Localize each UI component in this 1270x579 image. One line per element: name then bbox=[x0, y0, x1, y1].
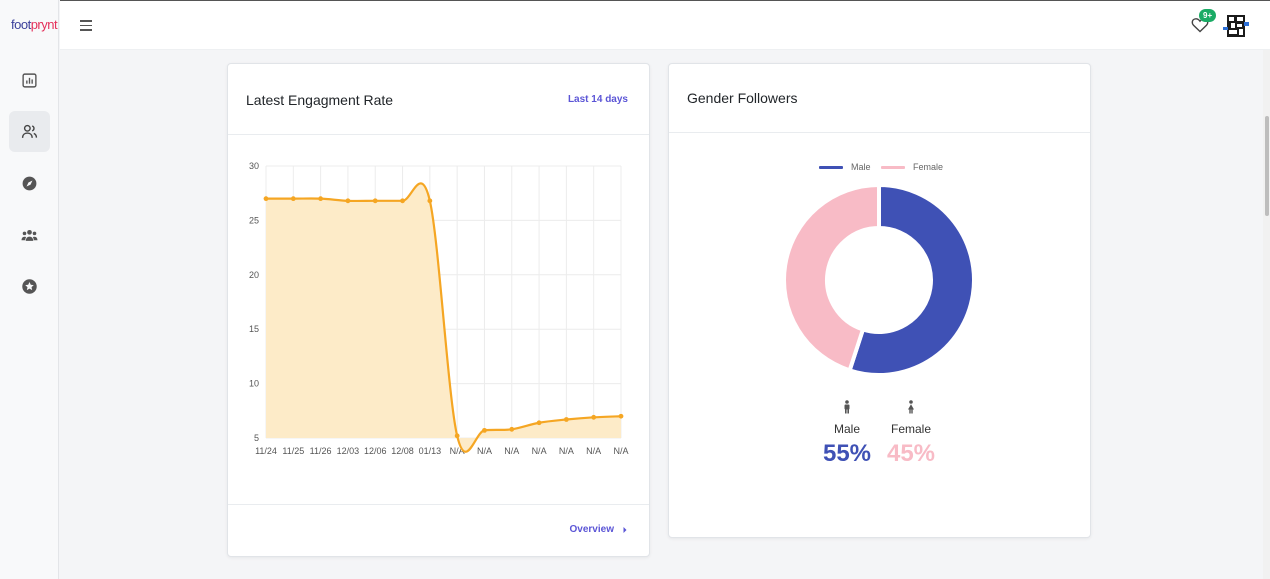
date-range-link[interactable]: Last 14 days bbox=[568, 94, 628, 105]
x-tick-label: 12/08 bbox=[391, 446, 414, 456]
female-percentage: 45% bbox=[886, 440, 936, 467]
chart-data-point bbox=[563, 417, 569, 422]
y-tick-label: 25 bbox=[249, 215, 259, 225]
avatar[interactable] bbox=[1223, 14, 1249, 38]
users-icon bbox=[21, 124, 38, 138]
x-tick-label: 12/03 bbox=[337, 446, 360, 456]
compass-icon bbox=[22, 176, 37, 191]
x-tick-label: N/A bbox=[613, 446, 628, 456]
gender-donut-chart bbox=[782, 182, 976, 377]
card-header-divider bbox=[669, 132, 1090, 133]
scrollbar-thumb[interactable] bbox=[1265, 116, 1269, 216]
bar-chart-icon bbox=[22, 73, 37, 88]
card-footer-divider bbox=[228, 504, 649, 505]
chart-data-point bbox=[591, 414, 597, 420]
y-tick-label: 5 bbox=[254, 433, 259, 443]
y-tick-label: 20 bbox=[249, 270, 259, 280]
top-bar: 9+ bbox=[60, 0, 1270, 50]
y-tick-label: 15 bbox=[249, 324, 259, 334]
legend-label-male: Male bbox=[851, 162, 871, 172]
sidebar-item-explore[interactable] bbox=[9, 163, 50, 204]
legend-label-female: Female bbox=[913, 162, 944, 172]
chevron-right-icon bbox=[623, 526, 627, 533]
chart-data-point bbox=[290, 196, 296, 202]
card-header-divider bbox=[228, 134, 649, 135]
sidebar-item-favorites[interactable] bbox=[9, 266, 50, 307]
male-label: Male bbox=[833, 422, 860, 436]
y-tick-label: 10 bbox=[249, 379, 259, 389]
sidebar-item-audience[interactable] bbox=[9, 111, 50, 152]
gender-card-title: Gender Followers bbox=[687, 90, 798, 106]
chart-data-point bbox=[318, 196, 324, 202]
chart-data-point bbox=[345, 198, 351, 204]
x-tick-label: 12/06 bbox=[364, 446, 387, 456]
chart-data-point bbox=[400, 198, 405, 204]
app-logo[interactable]: footprynt bbox=[11, 17, 58, 32]
x-tick-label: 11/26 bbox=[310, 446, 332, 456]
chart-data-point bbox=[263, 196, 269, 202]
overview-link[interactable]: Overview bbox=[570, 524, 628, 535]
star-icon bbox=[22, 279, 37, 294]
male-percentage: 55% bbox=[822, 440, 872, 467]
x-tick-label: N/A bbox=[504, 446, 519, 456]
chart-data-point bbox=[618, 413, 624, 419]
chart-data-point bbox=[482, 427, 487, 433]
x-tick-label: N/A bbox=[477, 446, 492, 456]
sidebar-item-community[interactable] bbox=[9, 215, 50, 256]
female-label: Female bbox=[890, 422, 931, 436]
legend-swatch-male bbox=[819, 166, 843, 169]
legend-swatch-female bbox=[881, 166, 905, 169]
x-tick-label: 01/13 bbox=[419, 446, 442, 456]
overview-link-label: Overview bbox=[569, 524, 614, 535]
chart-data-point bbox=[536, 420, 542, 426]
x-tick-label: N/A bbox=[586, 446, 601, 456]
y-tick-label: 30 bbox=[249, 161, 259, 171]
x-tick-label: N/A bbox=[532, 446, 547, 456]
chart-data-point bbox=[454, 433, 460, 439]
x-tick-label: 11/24 bbox=[255, 446, 277, 456]
engagement-rate-card: Latest Engagment Rate Last 14 days 5 10 15… bbox=[227, 63, 650, 557]
sidebar-item-analytics[interactable] bbox=[9, 60, 50, 101]
chart-data-point bbox=[372, 198, 378, 204]
notification-badge: 9+ bbox=[1199, 9, 1217, 22]
menu-toggle-icon[interactable] bbox=[80, 20, 92, 31]
engagement-card-title: Latest Engagment Rate bbox=[246, 92, 394, 108]
group-icon bbox=[21, 229, 38, 241]
x-tick-label: 11/25 bbox=[282, 446, 304, 456]
chart-data-point bbox=[427, 198, 433, 204]
male-icon bbox=[844, 400, 850, 414]
female-icon bbox=[908, 400, 914, 414]
engagement-line-chart: 5 10 15 20 25 30 11/24 11/25 11/26 12/03 12/06 12/0… bbox=[249, 161, 629, 456]
sidebar: footprynt bbox=[0, 0, 59, 579]
chart-data-point bbox=[509, 426, 515, 432]
x-tick-label: N/A bbox=[559, 446, 574, 456]
